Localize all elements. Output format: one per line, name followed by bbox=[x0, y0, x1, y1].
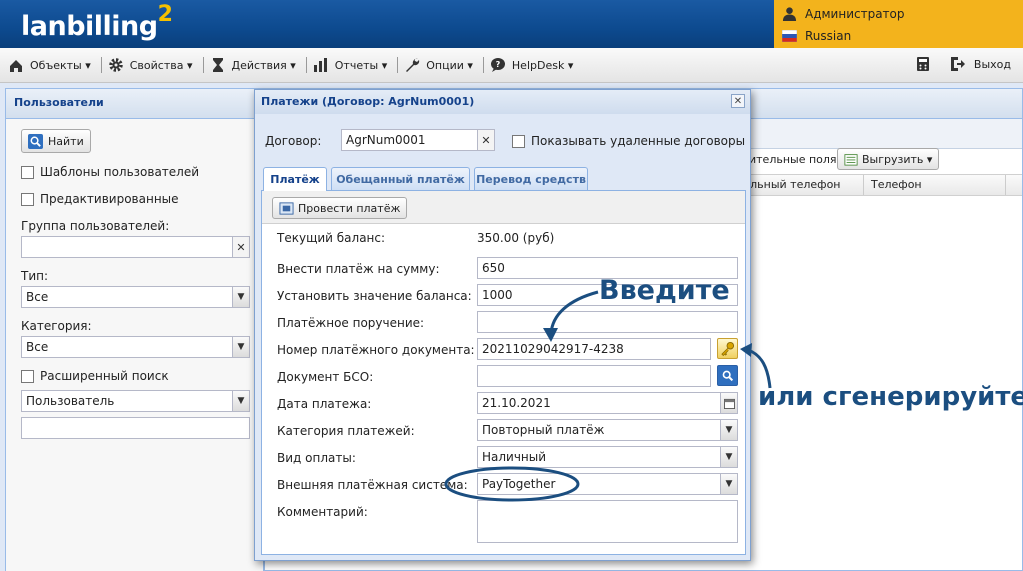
highlight-ellipse bbox=[444, 466, 580, 502]
arrow-enter bbox=[549, 290, 599, 335]
arrow-enter-head bbox=[543, 328, 558, 342]
arrow-generate-head bbox=[740, 343, 752, 357]
annotation-generate: или сгенерируйте bbox=[758, 382, 1023, 412]
annotation-overlay bbox=[444, 290, 772, 502]
annotation-enter: Введите bbox=[599, 275, 730, 306]
